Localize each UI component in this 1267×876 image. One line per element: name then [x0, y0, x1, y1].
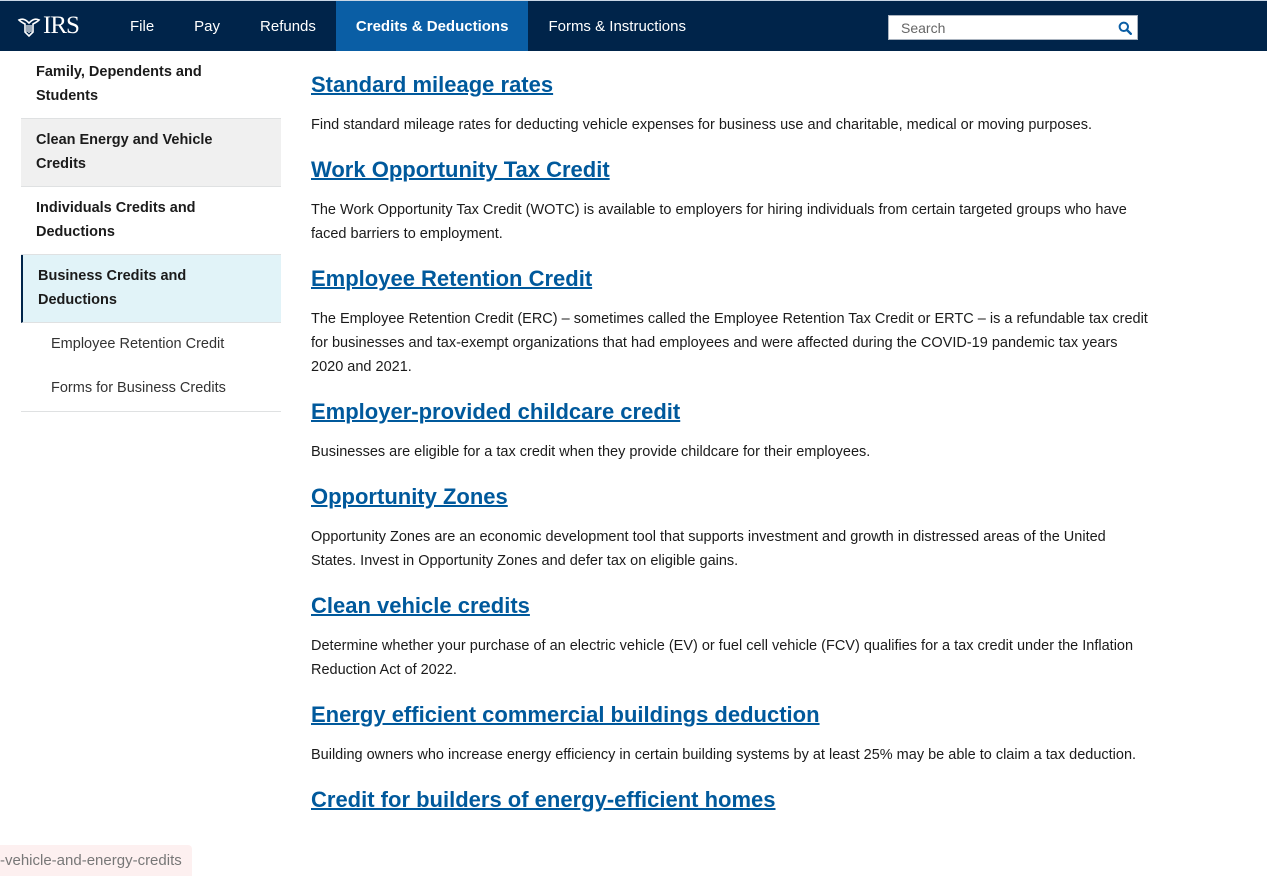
entry-description: Determine whether your purchase of an el…: [311, 638, 1134, 678]
search-input[interactable]: [889, 16, 1113, 39]
sidebar-item-family-dependents-students[interactable]: Family, Dependents and Students: [21, 51, 281, 119]
top-navigation-bar: IRS File Pay Refunds Credits & Deduction…: [0, 0, 1267, 51]
entry-title-link[interactable]: Employer-provided childcare credit: [311, 399, 680, 424]
sidebar: Family, Dependents and Students Clean En…: [21, 51, 281, 412]
entry-heading: Clean vehicle credits: [311, 591, 1151, 621]
sidebar-item-clean-energy-vehicle-credits[interactable]: Clean Energy and Vehicle Credits: [21, 119, 281, 187]
entry-description: The Work Opportunity Tax Credit (WOTC) i…: [311, 202, 1127, 242]
entry-heading: Standard mileage rates: [311, 70, 1151, 100]
entry-description: The Employee Retention Credit (ERC) – so…: [311, 311, 1148, 375]
link-status-bar: -vehicle-and-energy-credits: [0, 845, 192, 876]
sidebar-subitem-employee-retention-credit[interactable]: Employee Retention Credit: [21, 323, 281, 367]
sidebar-subitem-forms-business-credits[interactable]: Forms for Business Credits: [21, 367, 281, 412]
list-item: Opportunity Zones Opportunity Zones are …: [311, 482, 1151, 573]
list-item: Employee Retention Credit The Employee R…: [311, 264, 1151, 379]
search-icon[interactable]: [1113, 16, 1137, 39]
main-nav: File Pay Refunds Credits & Deductions Fo…: [110, 1, 706, 51]
list-item: Credit for builders of energy-efficient …: [311, 785, 1151, 815]
eagle-seal-icon: [17, 14, 41, 38]
entry-heading: Opportunity Zones: [311, 482, 1151, 512]
nav-refunds[interactable]: Refunds: [240, 1, 336, 51]
entry-title-link[interactable]: Employee Retention Credit: [311, 266, 592, 291]
entry-title-link[interactable]: Opportunity Zones: [311, 484, 508, 509]
nav-file[interactable]: File: [110, 1, 174, 51]
list-item: Employer-provided childcare credit Busin…: [311, 397, 1151, 464]
entry-heading: Energy efficient commercial buildings de…: [311, 700, 1151, 730]
list-item: Standard mileage rates Find standard mil…: [311, 70, 1151, 137]
irs-logo[interactable]: IRS: [17, 12, 80, 40]
entry-title-link[interactable]: Standard mileage rates: [311, 72, 553, 97]
entry-title-link[interactable]: Clean vehicle credits: [311, 593, 530, 618]
sidebar-item-individuals-credits-deductions[interactable]: Individuals Credits and Deductions: [21, 187, 281, 255]
sidebar-item-business-credits-deductions[interactable]: Business Credits and Deductions: [21, 255, 281, 323]
entry-title-link[interactable]: Energy efficient commercial buildings de…: [311, 702, 820, 727]
entry-heading: Credit for builders of energy-efficient …: [311, 785, 1151, 815]
search-box: [888, 15, 1138, 40]
entry-description: Find standard mileage rates for deductin…: [311, 117, 1093, 133]
nav-forms-instructions[interactable]: Forms & Instructions: [528, 1, 706, 51]
entry-heading: Employee Retention Credit: [311, 264, 1151, 294]
entry-description: Building owners who increase energy effi…: [311, 747, 1137, 763]
entry-title-link[interactable]: Work Opportunity Tax Credit: [311, 157, 610, 182]
entry-heading: Employer-provided childcare credit: [311, 397, 1151, 427]
nav-credits-deductions[interactable]: Credits & Deductions: [335, 1, 529, 51]
list-item: Energy efficient commercial buildings de…: [311, 700, 1151, 767]
entry-description: Opportunity Zones are an economic develo…: [311, 529, 1106, 569]
entry-description: Businesses are eligible for a tax credit…: [311, 444, 871, 460]
entry-heading: Work Opportunity Tax Credit: [311, 155, 1151, 185]
list-item: Work Opportunity Tax Credit The Work Opp…: [311, 155, 1151, 246]
main-content: Standard mileage rates Find standard mil…: [311, 70, 1151, 815]
entry-title-link[interactable]: Credit for builders of energy-efficient …: [311, 787, 776, 812]
logo-text: IRS: [43, 12, 80, 39]
list-item: Clean vehicle credits Determine whether …: [311, 591, 1151, 682]
nav-pay[interactable]: Pay: [174, 1, 240, 51]
